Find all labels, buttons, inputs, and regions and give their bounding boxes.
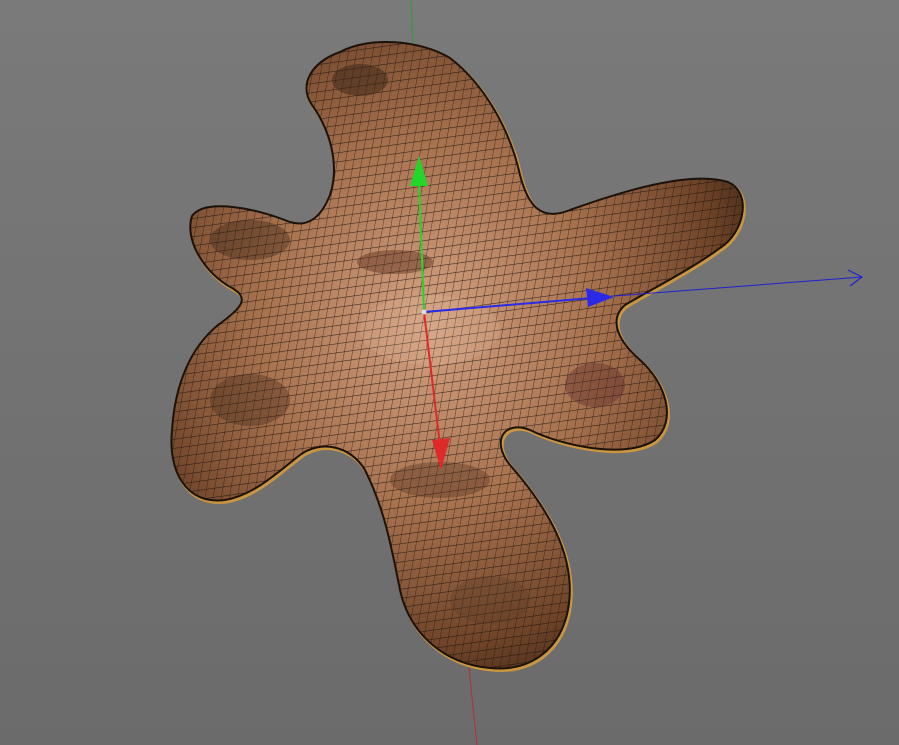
- mesh-model[interactable]: [0, 0, 899, 745]
- viewport-scene[interactable]: [0, 0, 899, 745]
- gizmo-origin[interactable]: [421, 309, 427, 315]
- 3d-viewport[interactable]: [0, 0, 899, 745]
- wireframe-overlay: [171, 41, 743, 669]
